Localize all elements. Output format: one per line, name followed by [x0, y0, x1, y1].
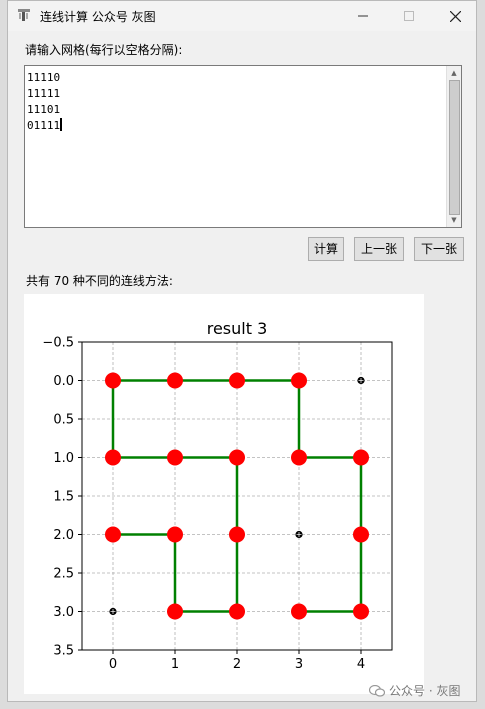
- y-tick-label: 3.0: [53, 605, 74, 620]
- path-node: [105, 449, 121, 466]
- y-tick-label: 3.5: [53, 644, 74, 659]
- scroll-up-icon[interactable]: ▲: [448, 67, 460, 79]
- path-node: [291, 449, 307, 466]
- x-tick-label: 2: [233, 657, 241, 672]
- grid-input-textarea[interactable]: 11110 11111 11101 01111 ▲ ▼: [24, 65, 462, 228]
- app-window: 连线计算 公众号 灰图 请输入网格(每行以空格分隔): 11110 11111 …: [7, 0, 477, 702]
- path-node: [229, 372, 245, 389]
- calculate-button[interactable]: 计算: [308, 237, 344, 261]
- x-tick-label: 1: [171, 657, 179, 672]
- grid-input-label: 请输入网格(每行以空格分隔):: [25, 43, 183, 57]
- y-tick-label: 2.5: [53, 567, 74, 582]
- path-node: [167, 526, 183, 543]
- path-node: [291, 603, 307, 620]
- result-chart: 0 1 2 3 4 −0.5 0.0 0.5 1.0 1.5 2.0 2.5 3.0 3.5 result …: [42, 319, 393, 672]
- path-node: [353, 603, 369, 620]
- path-node: [167, 372, 183, 389]
- y-tick-label: 0.0: [53, 374, 74, 389]
- window-title: 连线计算 公众号 灰图: [40, 10, 156, 24]
- scroll-thumb[interactable]: [449, 80, 460, 215]
- y-tick-label: 0.5: [53, 413, 74, 428]
- grid-line: 11101: [27, 103, 61, 116]
- x-tick-label: 4: [357, 657, 365, 672]
- result-plot: 0 1 2 3 4 −0.5 0.0 0.5 1.0 1.5 2.0 2.5 3.0 3.5 result …: [24, 294, 424, 694]
- path-node: [167, 449, 183, 466]
- next-button[interactable]: 下一张: [414, 237, 464, 261]
- chart-title: result 3: [207, 319, 268, 338]
- previous-button[interactable]: 上一张: [354, 237, 404, 261]
- path-node: [229, 603, 245, 620]
- feather-app-icon: [18, 9, 30, 21]
- path-node: [105, 526, 121, 543]
- grid-line: 11111: [27, 87, 61, 100]
- y-tick-label: 1.0: [53, 451, 74, 466]
- y-tick-label: 2.0: [53, 528, 74, 543]
- path-node: [105, 372, 121, 389]
- text-caret: [60, 118, 63, 131]
- grid-line: 01111: [27, 118, 63, 134]
- maximize-icon: [404, 11, 414, 21]
- minimize-icon: [358, 15, 368, 17]
- grid-input-text: 11110 11111 11101 01111: [27, 70, 63, 134]
- y-tick-label: 1.5: [53, 490, 74, 505]
- minimize-button[interactable]: [340, 1, 386, 31]
- path-node: [167, 603, 183, 620]
- y-tick-label: −0.5: [42, 336, 74, 351]
- path-node: [353, 526, 369, 543]
- watermark-text: 公众号 · 灰图: [389, 684, 461, 698]
- close-icon: [449, 10, 461, 22]
- path-node: [229, 526, 245, 543]
- path-node: [229, 449, 245, 466]
- maximize-button[interactable]: [386, 1, 432, 31]
- watermark: 公众号 · 灰图: [369, 682, 460, 699]
- close-button[interactable]: [432, 1, 478, 31]
- x-tick-label: 3: [295, 657, 303, 672]
- path-node: [291, 372, 307, 389]
- result-count-text: 共有 70 种不同的连线方法:: [26, 274, 173, 288]
- path-node: [353, 449, 369, 466]
- grid-line: 11110: [27, 71, 61, 84]
- grid-line-text: 01111: [27, 119, 61, 132]
- title-bar: 连线计算 公众号 灰图: [8, 1, 476, 31]
- scroll-down-icon[interactable]: ▼: [448, 214, 460, 226]
- wechat-icon: [369, 685, 385, 697]
- x-tick-label: 0: [109, 657, 117, 672]
- vertical-scrollbar[interactable]: ▲ ▼: [446, 66, 461, 227]
